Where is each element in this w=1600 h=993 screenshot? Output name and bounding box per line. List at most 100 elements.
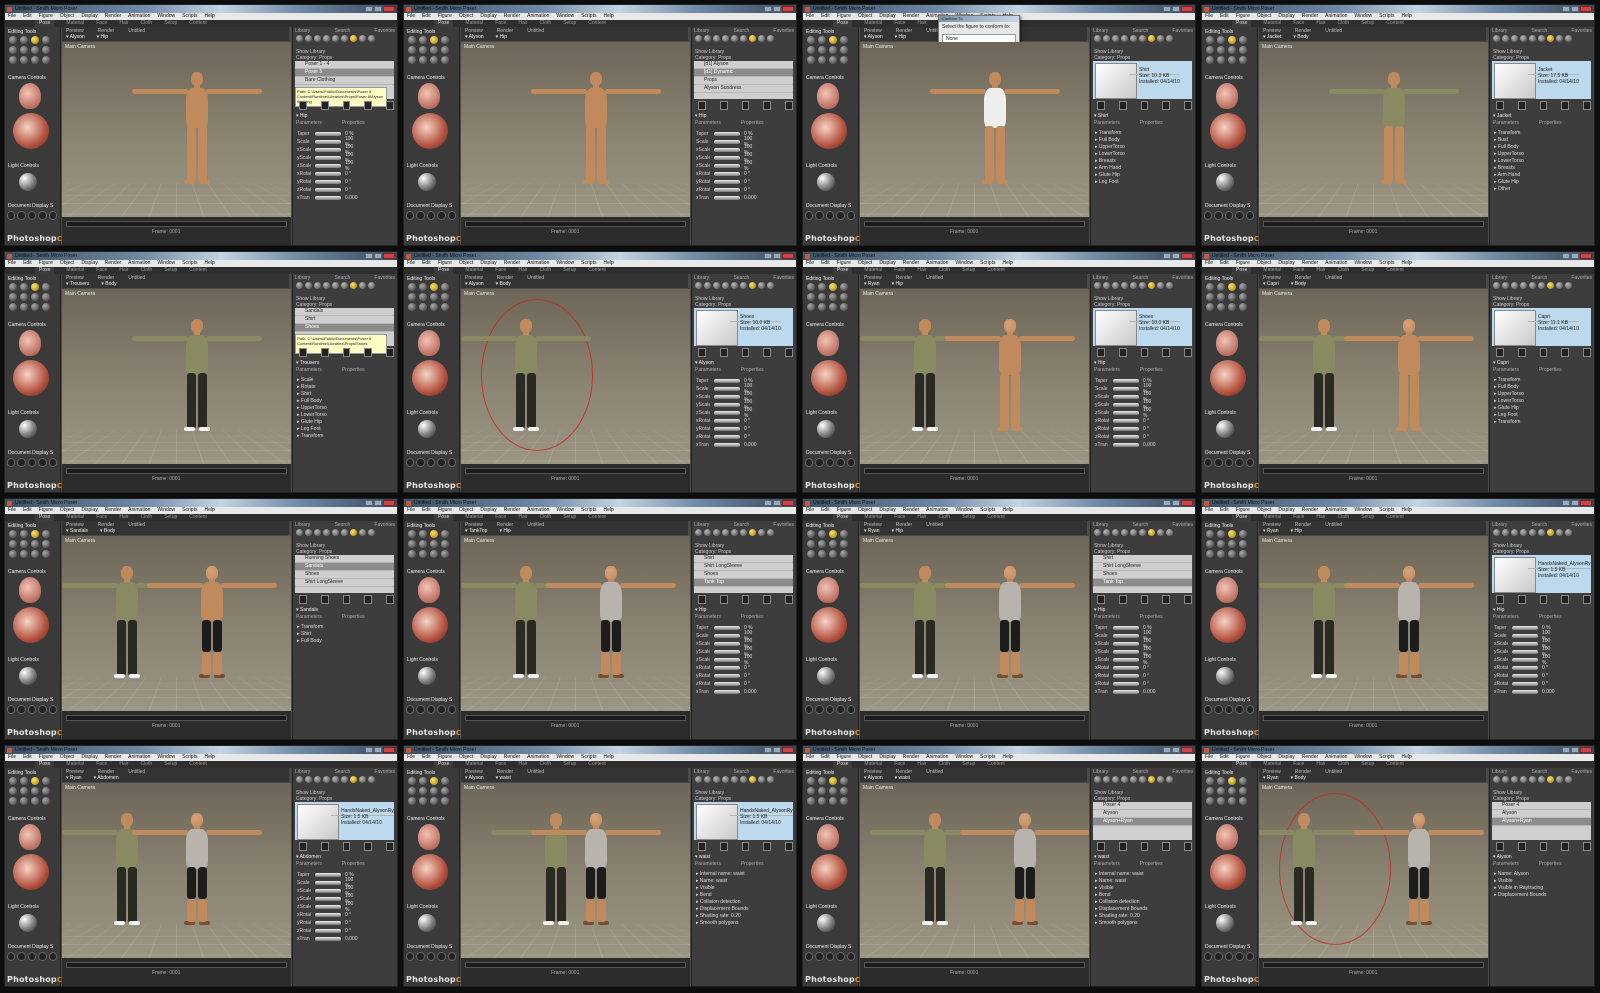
display-style-icon[interactable] [836,952,845,961]
tool-icon[interactable] [441,283,449,291]
dial-knob[interactable] [714,626,740,630]
tool-icon[interactable] [419,46,427,54]
library-action-icon[interactable] [1140,101,1149,110]
parameter-group[interactable]: ▸ Visible [1095,885,1148,892]
menu-render[interactable]: Render [1302,13,1318,20]
library-item[interactable]: Shoes [1093,571,1192,579]
parameter-group[interactable]: ▸ Bend [696,892,749,899]
parameter-group[interactable]: ▸ LowerTorso [1494,398,1524,405]
menu-window[interactable]: Window [955,754,973,761]
tool-icon[interactable] [9,530,17,538]
dial-knob[interactable] [315,929,341,933]
room-tab-face[interactable]: Face [495,267,506,274]
category-icon[interactable] [1094,776,1101,783]
menu-edit[interactable]: Edit [1220,13,1229,20]
category-icon[interactable] [1493,282,1500,289]
category-icon[interactable] [1103,282,1110,289]
category-icon[interactable] [305,529,312,536]
menu-scripts[interactable]: Scripts [1379,260,1394,267]
library-action-icon[interactable] [741,595,750,604]
maximize-button[interactable] [773,6,781,12]
library-action-icon[interactable] [719,101,728,110]
dial-knob[interactable] [1512,626,1538,630]
light-trackball[interactable] [19,914,37,932]
menu-window[interactable]: Window [1354,754,1372,761]
tool-icon[interactable] [42,46,50,54]
menu-file[interactable]: File [1205,507,1213,514]
menu-figure[interactable]: Figure [438,260,452,267]
category-icon[interactable] [704,282,711,289]
tab-favorites[interactable]: Favorites [1172,28,1193,34]
tool-icon[interactable] [20,283,28,291]
tool-icon[interactable] [840,36,848,44]
display-style-icon[interactable] [48,458,58,467]
tool-icon[interactable] [1217,550,1225,558]
tool-icon[interactable] [829,550,837,558]
library-action-icon[interactable] [763,348,772,357]
room-tab-content[interactable]: Content [588,761,606,768]
tab-parameters[interactable]: Parameters [1493,614,1519,620]
dial-knob[interactable] [315,188,341,192]
library-action-icon[interactable] [741,101,750,110]
dial-value[interactable]: 0 ° [345,920,359,926]
parameter-group[interactable]: ▸ Collision detection [1095,899,1148,906]
library-item[interactable]: Shirt [1093,555,1192,563]
bodypart-select[interactable]: ▾ waist [895,775,910,781]
close-button[interactable] [383,747,395,753]
dial-knob[interactable] [714,387,740,391]
menu-display[interactable]: Display [480,260,496,267]
display-style-icon[interactable] [846,458,856,467]
tool-icon[interactable] [1217,787,1225,795]
room-tab-pose[interactable]: Pose [833,267,853,274]
menu-edit[interactable]: Edit [1220,754,1229,761]
category-icon[interactable] [314,776,321,783]
library-action-icon[interactable] [1561,348,1570,357]
menu-help[interactable]: Help [1401,260,1411,267]
library-action-icon[interactable] [1140,842,1149,851]
minimize-button[interactable] [1562,500,1570,506]
tool-icon[interactable] [1217,36,1225,44]
menu-edit[interactable]: Edit [422,260,431,267]
tab-properties[interactable]: Properties [342,120,365,126]
dial-knob[interactable] [714,403,740,407]
close-button[interactable] [782,253,794,259]
tab-properties[interactable]: Properties [1140,367,1163,373]
timeline-scrubber[interactable] [1263,962,1484,968]
category-icon[interactable] [1502,529,1509,536]
close-button[interactable] [1181,747,1193,753]
category-icon[interactable] [1556,776,1563,783]
tab-search[interactable]: Search [1531,769,1547,775]
tool-icon[interactable] [20,56,28,64]
dial-value[interactable]: 0.000 [744,442,758,448]
display-style-icon[interactable] [437,952,446,961]
dial-value[interactable]: 0 ° [345,928,359,934]
room-tab-setup[interactable]: Setup [1361,514,1374,521]
tool-icon[interactable] [31,283,39,291]
tab-properties[interactable]: Properties [1140,120,1163,126]
tool-icon[interactable] [1206,46,1214,54]
display-style-icon[interactable] [1245,211,1255,220]
category-icon[interactable] [1139,776,1146,783]
category-icon[interactable] [1148,529,1155,536]
display-style-icon[interactable] [426,705,436,714]
dial-knob[interactable] [1113,419,1139,423]
parameter-group[interactable]: ▸ Full Body [1095,137,1125,144]
menu-help[interactable]: Help [204,754,214,761]
display-style-icon[interactable] [1204,458,1213,467]
display-style-icon[interactable] [1235,952,1244,961]
tool-icon[interactable] [419,36,427,44]
tool-icon[interactable] [840,46,848,54]
menu-display[interactable]: Display [480,13,496,20]
tool-icon[interactable] [1206,540,1214,548]
library-action-icon[interactable] [719,348,728,357]
tool-icon[interactable] [1239,293,1247,301]
dial-knob[interactable] [714,411,740,415]
category-icon[interactable] [350,35,357,42]
tool-icon[interactable] [441,46,449,54]
category-icon[interactable] [1538,776,1545,783]
category-icon[interactable] [1157,282,1164,289]
room-tab-setup[interactable]: Setup [164,20,177,27]
category-icon[interactable] [722,776,729,783]
dial-knob[interactable] [315,873,341,877]
display-style-icon[interactable] [7,211,16,220]
